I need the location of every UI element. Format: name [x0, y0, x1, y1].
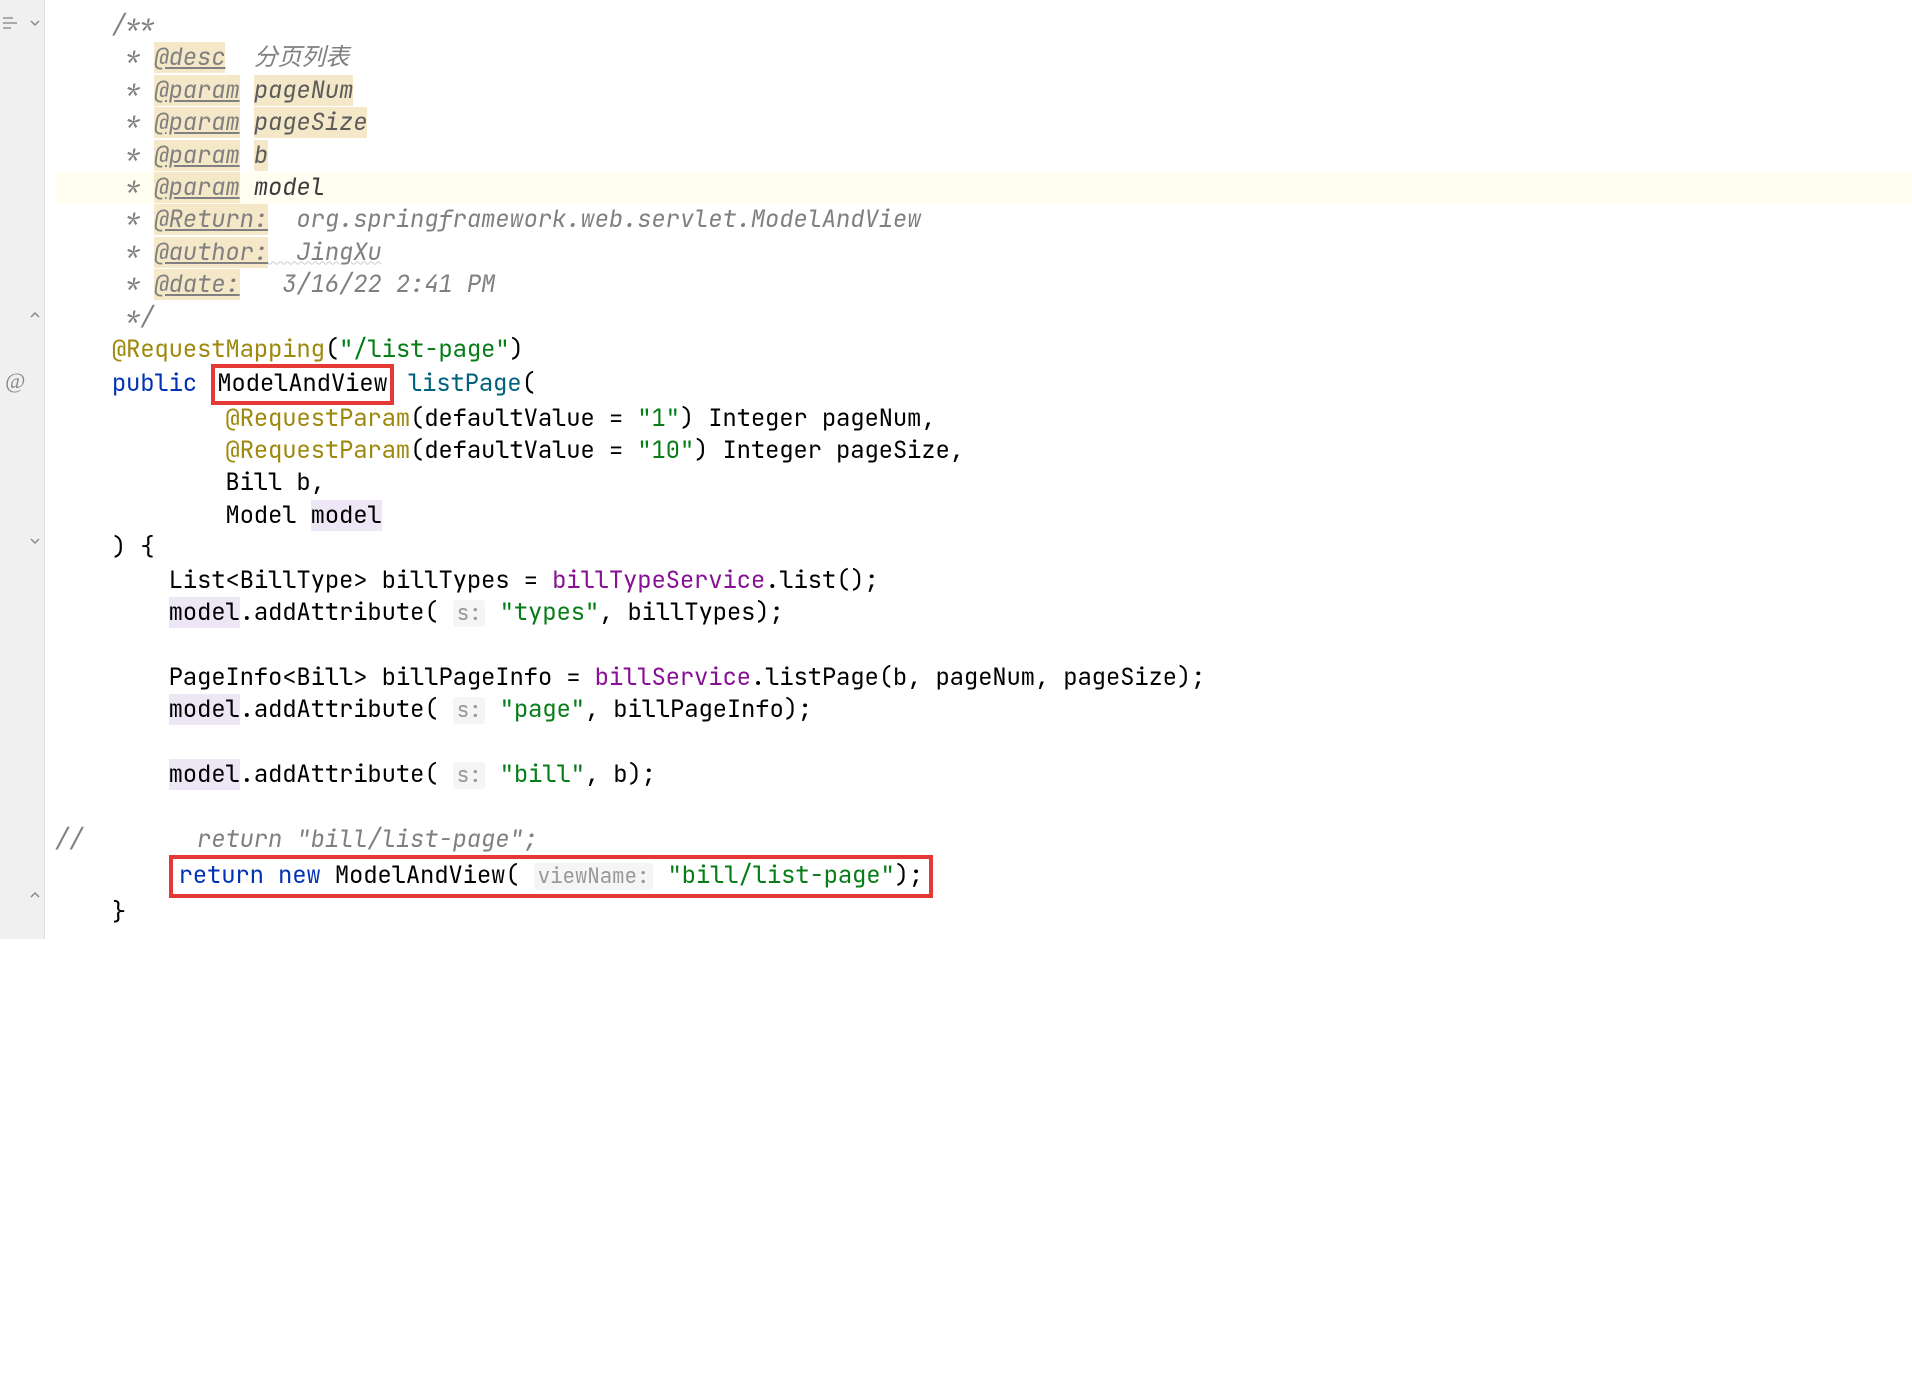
param-hint-viewname: viewName: [534, 863, 654, 890]
param-4: model [254, 172, 325, 203]
param-tag-2: @param [154, 107, 239, 138]
fold-marker-method-end[interactable] [28, 888, 42, 902]
public-keyword: public [112, 368, 197, 399]
param-tag-1: @param [154, 75, 239, 106]
doc-open: /** [112, 10, 155, 41]
request-param-1: @RequestParam [225, 403, 410, 434]
date-text: 3/16/22 2:41 PM [240, 269, 496, 300]
annotation-gutter-icon[interactable]: @ [5, 368, 25, 394]
mapping-path: "/list-page" [339, 334, 509, 365]
param-3: b [254, 140, 268, 171]
param-2: pageSize [254, 107, 368, 138]
return-text: org.springframework.web.servlet.ModelAnd… [268, 204, 921, 235]
param-hint-s2: s: [453, 697, 486, 724]
author-text: JingXu [268, 237, 382, 268]
doc-close: */ [112, 302, 155, 333]
param-tag-4: @param [154, 172, 239, 203]
model-and-view: ModelAndView [217, 368, 387, 399]
return-tag: @Return: [154, 204, 268, 235]
editor-gutter: @ [0, 0, 45, 939]
param-hint-s1: s: [453, 600, 486, 627]
author-tag: @author: [154, 237, 268, 268]
desc-tag: @desc [154, 42, 225, 73]
return-statement-highlight: return new ModelAndView( viewName: "bill… [169, 855, 933, 897]
fold-marker-doc-end[interactable] [28, 308, 42, 322]
structure-icon[interactable] [3, 14, 19, 35]
method-name: listPage [408, 368, 522, 399]
param-1: pageNum [254, 75, 353, 106]
fold-marker-method[interactable] [28, 534, 42, 548]
code-editor[interactable]: /** * @desc 分页列表 * @param pageNum * @par… [45, 0, 1912, 939]
param-hint-s3: s: [453, 762, 486, 789]
request-mapping: @RequestMapping [112, 334, 325, 365]
request-param-2: @RequestParam [225, 435, 410, 466]
param-tag-3: @param [154, 140, 239, 171]
commented-return: // return "bill/list-page"; [55, 824, 538, 855]
return-type-highlight: ModelAndView [211, 364, 393, 404]
desc-text: 分页列表 [225, 42, 349, 73]
fold-marker-top[interactable] [28, 16, 42, 30]
date-tag: @date: [154, 269, 239, 300]
